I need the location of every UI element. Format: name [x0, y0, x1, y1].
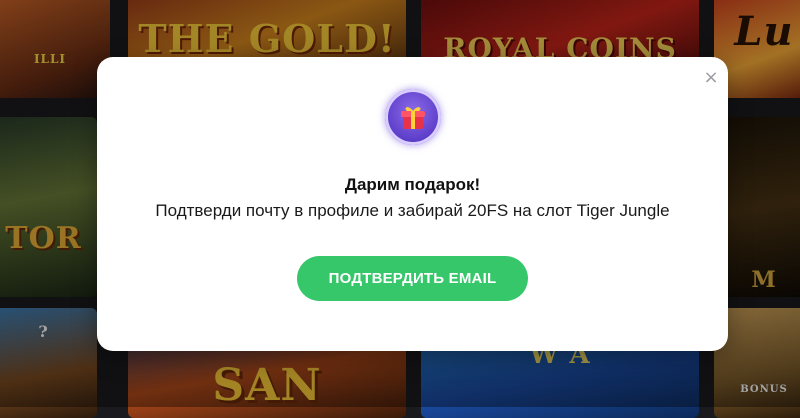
modal-description: Подтверди почту в профиле и забирай 20FS…	[155, 201, 670, 220]
gift-badge	[384, 89, 441, 145]
confirm-email-button[interactable]: ПОДТВЕРДИТЬ EMAIL	[297, 256, 528, 301]
modal-heading: Дарим подарок!	[344, 175, 481, 194]
gift-modal: × Дарим подарок! Подтверди почту в профи…	[97, 57, 728, 351]
gift-icon	[400, 107, 425, 129]
close-icon[interactable]: ×	[702, 69, 720, 87]
